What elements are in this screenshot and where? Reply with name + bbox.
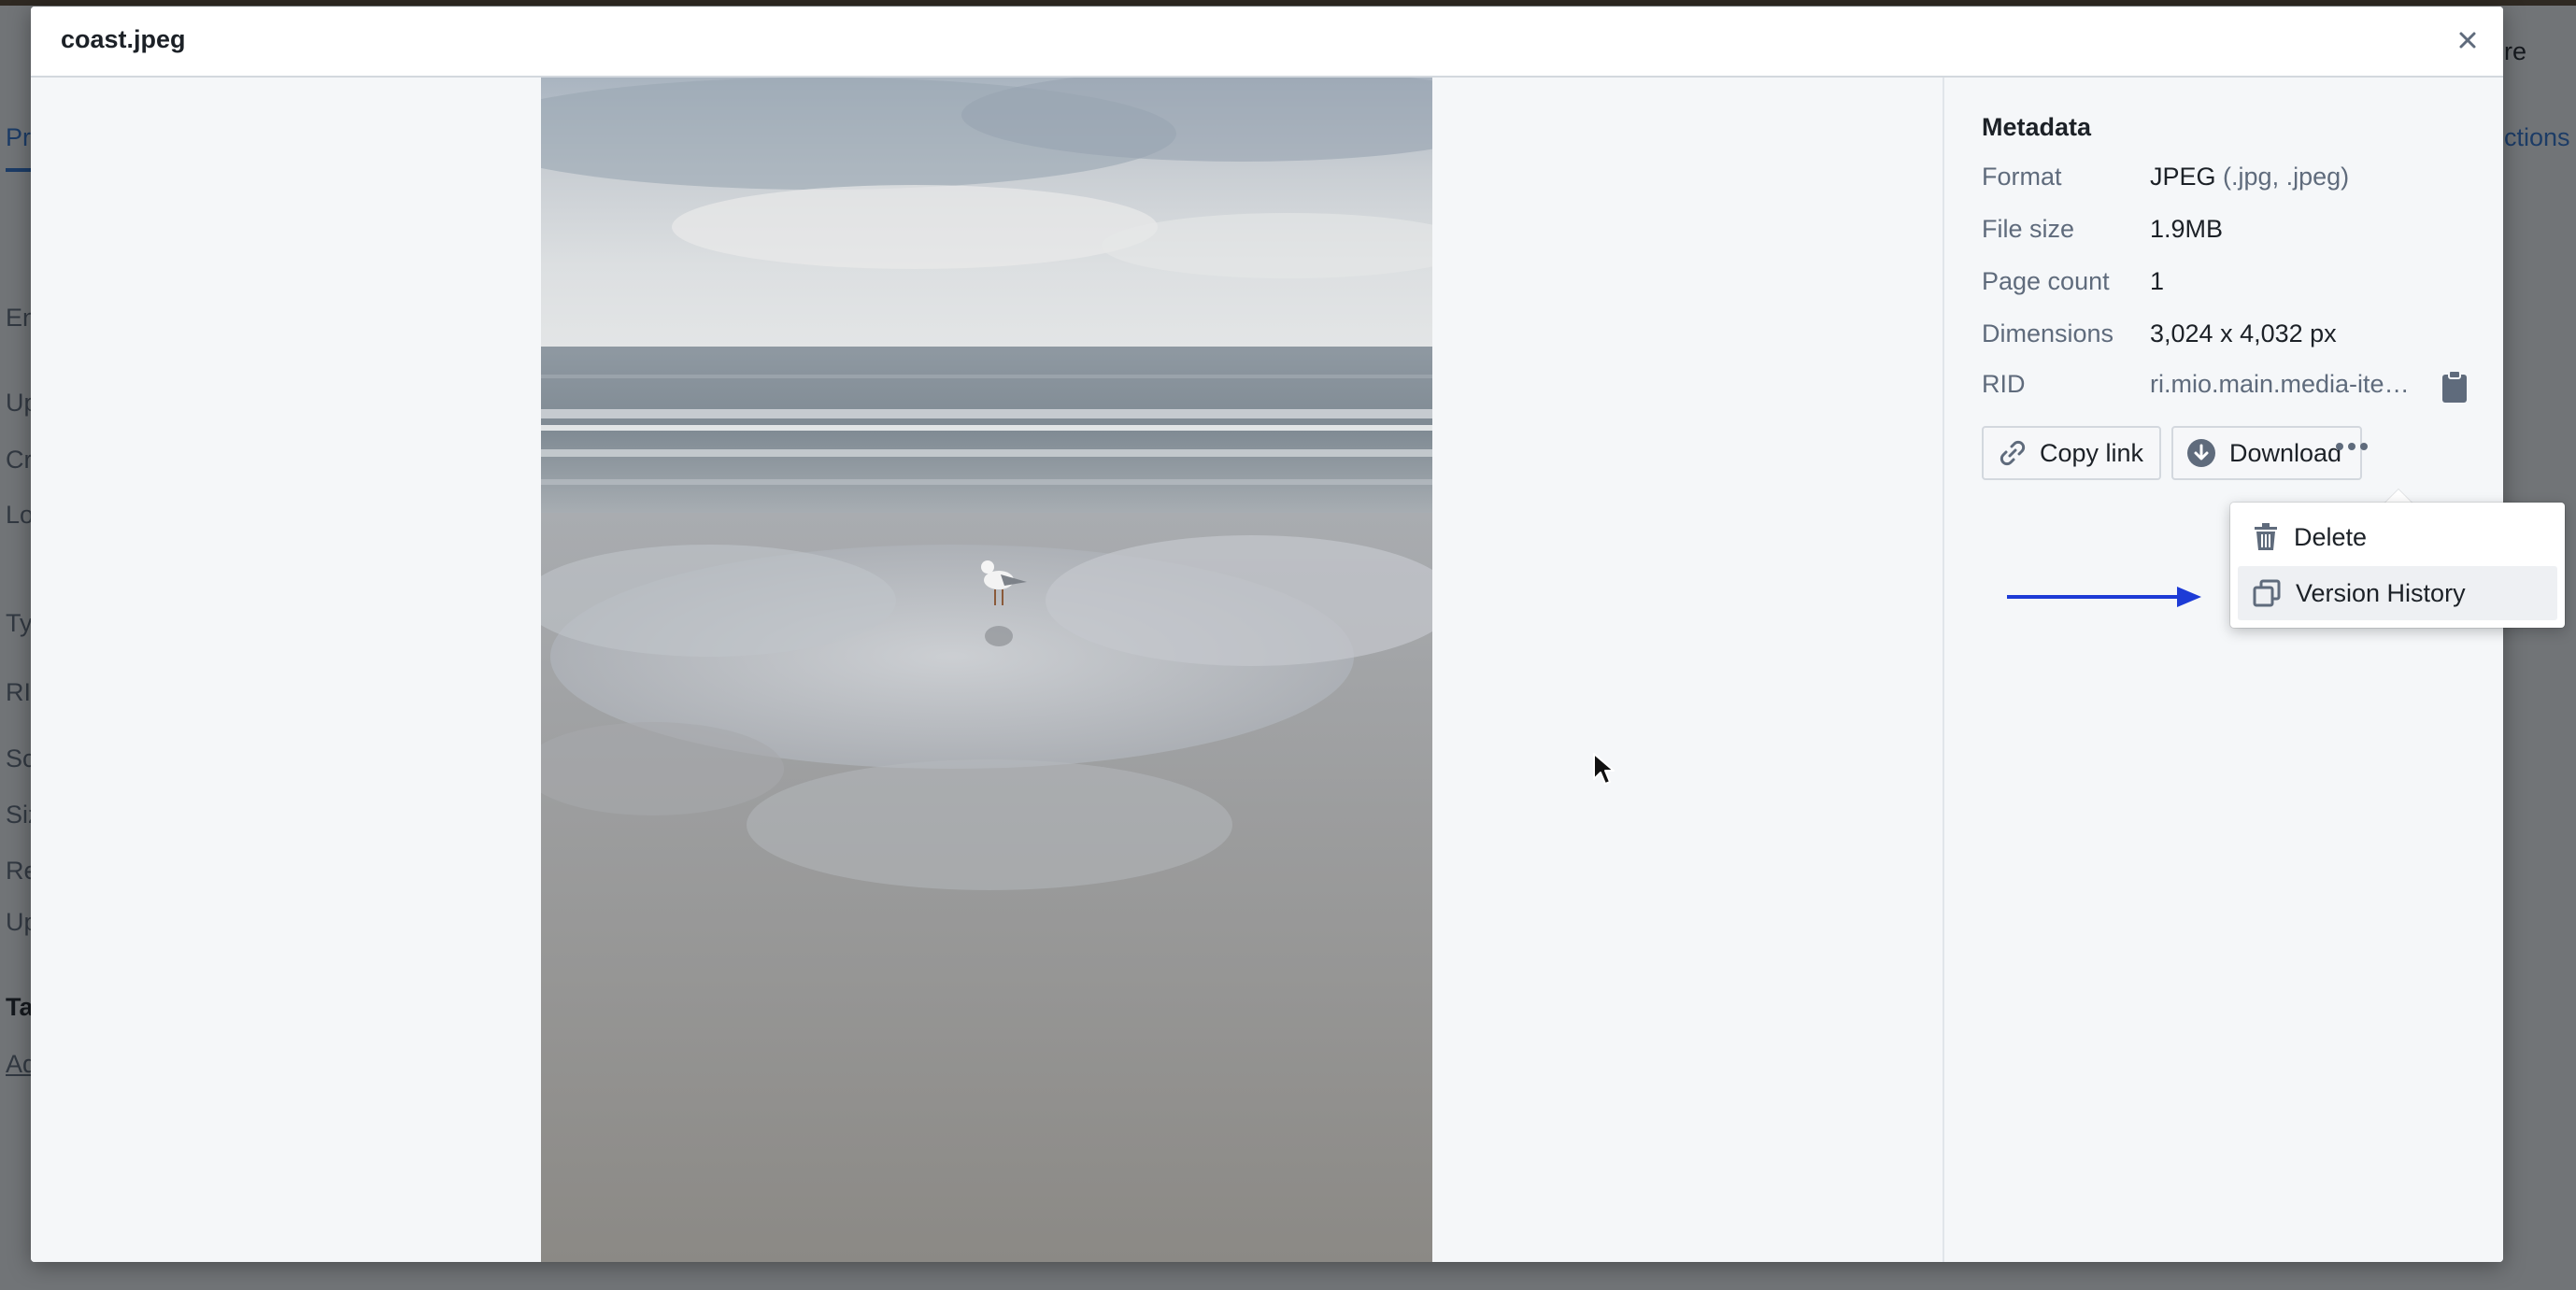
- popover-arrow: [2384, 489, 2412, 503]
- dialog-header: coast.jpeg: [31, 7, 2503, 78]
- close-button[interactable]: [2447, 20, 2488, 61]
- metadata-label: Dimensions: [1982, 319, 2114, 347]
- download-icon: [2187, 439, 2215, 467]
- trash-icon: [2255, 523, 2277, 550]
- metadata-row-format: Format JPEG (.jpg, .jpeg): [1982, 163, 2486, 200]
- metadata-value: 3,024 x 4,032 px: [2150, 319, 2337, 347]
- metadata-row-rid: RID ri.mio.main.media-ite…: [1982, 370, 2486, 407]
- metadata-row-page-count: Page count 1: [1982, 267, 2486, 305]
- clipboard-icon[interactable]: [2440, 370, 2469, 404]
- more-horizontal-icon: [2336, 443, 2368, 450]
- metadata-value: JPEG (.jpg, .jpeg): [2150, 163, 2350, 191]
- close-icon: [2459, 32, 2476, 49]
- more-actions-button[interactable]: [2322, 423, 2382, 470]
- metadata-label: RID: [1982, 370, 2026, 398]
- copy-link-label: Copy link: [2040, 438, 2144, 467]
- menu-item-label: Delete: [2294, 522, 2368, 551]
- metadata-title: Metadata: [1982, 113, 2092, 141]
- metadata-label: Page count: [1982, 267, 2110, 295]
- metadata-row-file-size: File size 1.9MB: [1982, 215, 2486, 252]
- file-preview-dialog: coast.jpeg Metadata Format JPEG (.jpg, .…: [31, 7, 2503, 1262]
- dialog-title: coast.jpeg: [61, 25, 186, 53]
- copy-link-button[interactable]: Copy link: [1982, 426, 2161, 480]
- more-actions-menu: Delete Version History: [2230, 503, 2565, 628]
- image-preview-area: [31, 78, 1943, 1262]
- metadata-value: 1.9MB: [2150, 215, 2224, 243]
- metadata-value: 1: [2150, 267, 2165, 295]
- metadata-value: ri.mio.main.media-ite…: [2150, 370, 2410, 398]
- link-icon: [2000, 440, 2026, 466]
- menu-item-label: Version History: [2296, 578, 2466, 607]
- annotation-arrow-icon: [2007, 587, 2201, 607]
- metadata-row-dimensions: Dimensions 3,024 x 4,032 px: [1982, 319, 2486, 357]
- metadata-label: File size: [1982, 215, 2075, 243]
- coast-photo: [541, 78, 1432, 1262]
- versions-icon: [2253, 579, 2281, 607]
- metadata-panel: Metadata Format JPEG (.jpg, .jpeg) File …: [1944, 78, 2503, 1262]
- metadata-label: Format: [1982, 163, 2062, 191]
- menu-item-delete[interactable]: Delete: [2238, 510, 2557, 564]
- menu-item-version-history[interactable]: Version History: [2238, 566, 2557, 620]
- mouse-pointer-icon: [1593, 753, 1615, 785]
